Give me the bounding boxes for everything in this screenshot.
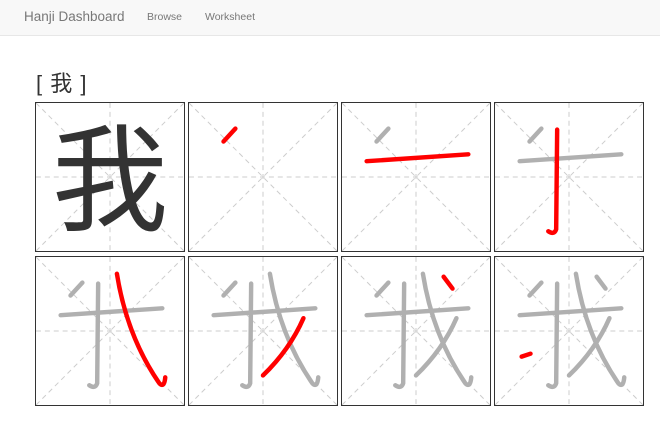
previous-stroke — [87, 281, 101, 390]
previous-stroke — [393, 281, 407, 390]
previous-stroke — [58, 306, 165, 318]
page-title: [ 我 ] — [36, 71, 88, 96]
current-stroke — [221, 126, 238, 144]
previous-stroke — [527, 126, 544, 144]
stroke-cell-full: 我 — [35, 102, 185, 252]
guide-lines — [189, 103, 337, 251]
stroke-cell-4 — [35, 256, 185, 406]
stroke-cell-drawing — [189, 103, 337, 251]
previous-stroke — [420, 271, 474, 387]
stroke-cell-drawing — [342, 257, 490, 405]
stroke-cell-drawing — [342, 103, 490, 251]
current-stroke — [519, 351, 533, 359]
navbar: Hanji Dashboard Browse Worksheet — [0, 0, 660, 36]
previous-stroke — [68, 280, 85, 298]
current-stroke — [546, 127, 560, 236]
stroke-cell-1 — [188, 102, 338, 252]
nav-browse-link[interactable]: Browse — [147, 11, 182, 23]
guide-lines — [342, 103, 490, 251]
previous-stroke — [374, 126, 391, 144]
stroke-cell-2 — [341, 102, 491, 252]
previous-stroke — [527, 280, 544, 298]
current-stroke — [114, 271, 168, 387]
stroke-cell-5 — [188, 256, 338, 406]
stroke-cell-drawing: 我 — [36, 103, 184, 251]
stroke-cell-drawing — [495, 257, 643, 405]
full-character-glyph: 我 — [52, 114, 168, 249]
previous-stroke — [221, 280, 238, 298]
stroke-cell-drawing — [189, 257, 337, 405]
previous-stroke — [364, 306, 471, 318]
brand-link[interactable]: Hanji Dashboard — [24, 9, 125, 24]
previous-stroke — [517, 152, 624, 164]
stroke-cell-drawing — [495, 103, 643, 251]
nav-worksheet-link[interactable]: Worksheet — [205, 11, 255, 23]
guide-lines — [495, 103, 643, 251]
stroke-cell-3 — [494, 102, 644, 252]
current-stroke — [364, 152, 471, 164]
current-stroke — [441, 274, 455, 291]
stroke-cell-6 — [341, 256, 491, 406]
previous-stroke — [211, 306, 318, 318]
stroke-cell-drawing — [36, 257, 184, 405]
previous-stroke — [374, 280, 391, 298]
previous-stroke — [267, 271, 321, 387]
previous-stroke — [573, 271, 627, 387]
previous-stroke — [517, 306, 624, 318]
previous-stroke — [240, 281, 254, 390]
previous-stroke — [594, 274, 608, 291]
stroke-cell-7 — [494, 256, 644, 406]
previous-stroke — [546, 281, 560, 390]
